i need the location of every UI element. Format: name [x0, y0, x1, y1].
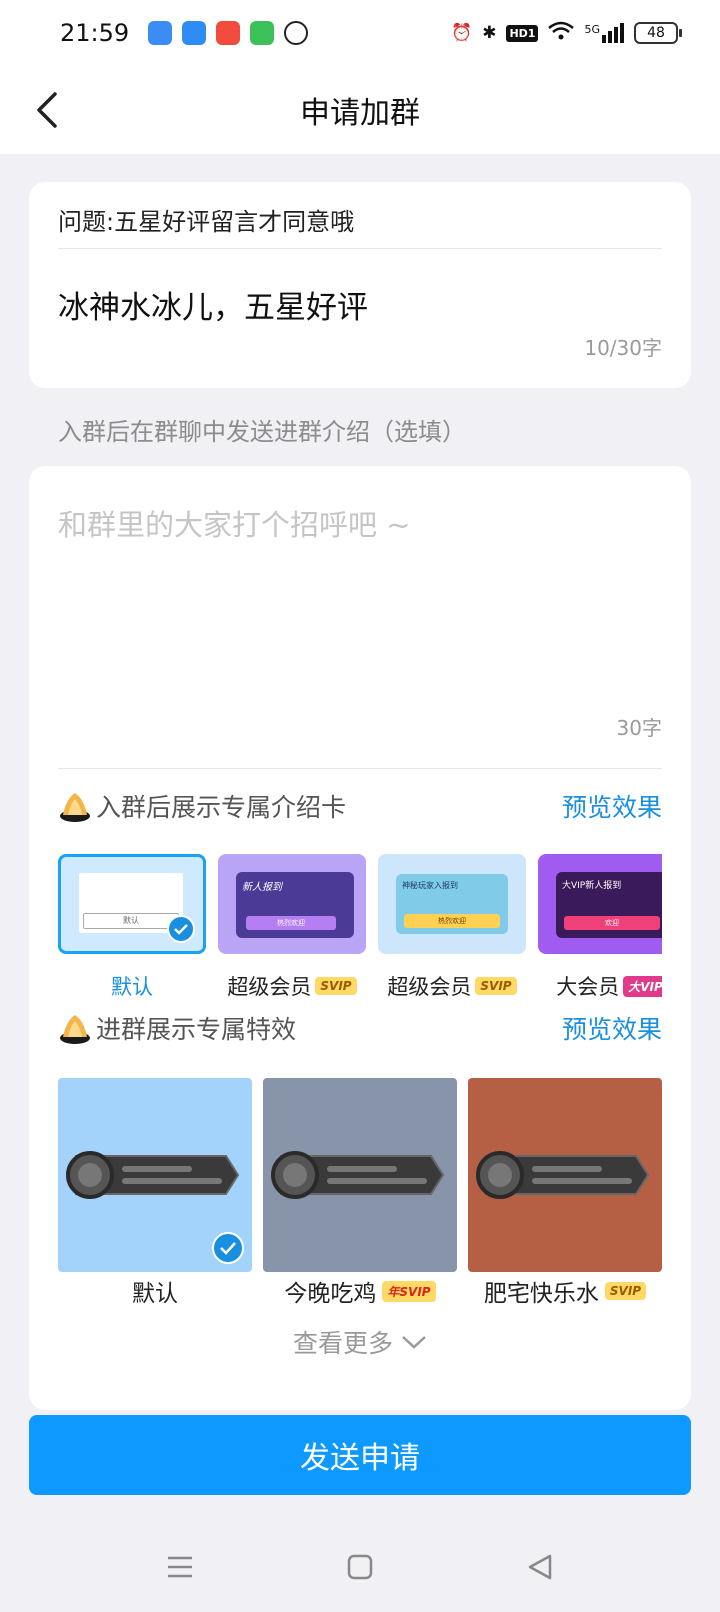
intro-card-options: 默认 新人报到 热烈欢迎 神秘玩家入报到 热烈欢迎 大VIP新人报到 欢迎 — [58, 854, 662, 964]
system-navigation-bar — [0, 1532, 720, 1612]
wechat-icon — [284, 21, 308, 45]
chevron-left-icon — [37, 92, 57, 128]
navigation-bar: 申请加群 — [0, 66, 720, 154]
card-preview-bar: 默认 — [83, 913, 179, 929]
effect-banner-preview — [271, 1151, 445, 1199]
question-label: 问题:五星好评留言才同意哦 — [58, 208, 355, 236]
effect-section-title: 进群展示专属特效 — [96, 1015, 297, 1044]
status-indicators: ⏰ ✱ HD1 5G 48 — [451, 21, 682, 46]
effect-preview-link[interactable]: 预览效果 — [562, 1010, 662, 1046]
status-app-icons — [148, 21, 308, 45]
alarm-icon: ⏰ — [451, 23, 473, 43]
intro-card-label: 默认 — [111, 975, 153, 999]
wifi-icon — [548, 21, 575, 46]
card-preview: 神秘玩家入报到 热烈欢迎 — [396, 874, 508, 934]
answer-char-count: 10/30字 — [584, 336, 662, 360]
app-icon-2 — [182, 21, 206, 45]
chevron-down-icon — [402, 1336, 426, 1349]
crown-icon — [60, 1015, 90, 1044]
check-icon — [212, 1232, 244, 1264]
intro-card-label: 超级会员 SVIP — [218, 966, 366, 1006]
intro-char-count: 30字 — [616, 716, 662, 740]
card-preview: 大VIP新人报到 欢迎 — [556, 872, 662, 938]
intro-card-label: 超级会员 SVIP — [378, 966, 526, 1006]
effect-tile-default[interactable] — [58, 1078, 252, 1272]
effect-label: 默认 — [132, 1281, 178, 1307]
annual-svip-badge: 年SVIP — [382, 1280, 436, 1302]
effect-banner-preview — [476, 1151, 650, 1199]
effect-section-header: 进群展示专属特效 预览效果 — [58, 1008, 662, 1048]
check-icon — [167, 915, 195, 943]
intro-card-labels: 默认 超级会员 SVIP 超级会员 SVIP 大会员 大VIP — [58, 966, 662, 1006]
hd-icon: HD1 — [506, 24, 539, 42]
signal-icon: 5G — [584, 23, 624, 43]
bluetooth-icon: ✱ — [482, 23, 497, 43]
back-button[interactable] — [24, 88, 68, 132]
menu-button[interactable] — [90, 1532, 270, 1602]
svip-badge: SVIP — [475, 977, 517, 995]
intro-hint: 入群后在群聊中发送进群介绍（选填） — [58, 418, 466, 446]
home-icon — [347, 1554, 373, 1580]
divider — [58, 248, 662, 249]
question-card: 问题:五星好评留言才同意哦 冰神水冰儿，五星好评 10/30字 — [29, 182, 691, 388]
intro-card-svip-2[interactable]: 神秘玩家入报到 热烈欢迎 — [378, 854, 526, 954]
intro-card-big-vip[interactable]: 大VIP新人报到 欢迎 — [538, 854, 662, 954]
card-preview: 新人报到 热烈欢迎 — [236, 872, 354, 938]
app-icon-1 — [148, 21, 172, 45]
effect-labels: 默认 今晚吃鸡 年SVIP 肥宅快乐水 SVIP — [58, 1274, 662, 1308]
intro-card-label: 大会员 大VIP — [538, 966, 662, 1006]
home-button[interactable] — [270, 1532, 450, 1602]
see-more-label: 查看更多 — [292, 1329, 393, 1358]
intro-message-input[interactable]: 和群里的大家打个招呼吧 ~ — [58, 502, 411, 544]
status-time: 21:59 — [60, 19, 130, 47]
effect-label: 肥宅快乐水 SVIP — [468, 1274, 662, 1308]
intro-card-svip-1[interactable]: 新人报到 热烈欢迎 — [218, 854, 366, 954]
intro-card-default[interactable]: 默认 — [58, 854, 206, 954]
app-icon-4 — [250, 21, 274, 45]
card-preview-label: 默认 — [123, 916, 139, 925]
app-icon-3 — [216, 21, 240, 45]
battery-icon: 48 — [634, 22, 682, 44]
intro-card-section-title: 入群后展示专属介绍卡 — [96, 793, 347, 822]
effect-tile-chicken[interactable] — [263, 1078, 457, 1272]
send-request-button[interactable]: 发送申请 — [29, 1415, 691, 1495]
divider — [58, 768, 662, 769]
page-title: 申请加群 — [300, 96, 420, 131]
effect-options — [58, 1078, 662, 1272]
back-triangle-icon — [528, 1554, 552, 1580]
back-nav-button[interactable] — [450, 1532, 630, 1602]
effect-label: 今晚吃鸡 年SVIP — [263, 1274, 457, 1308]
crown-icon — [60, 793, 90, 822]
svip-badge: SVIP — [315, 977, 357, 995]
status-bar: 21:59 ⏰ ✱ HD1 5G 48 — [0, 0, 720, 66]
svip-badge: SVIP — [604, 1282, 647, 1300]
intro-card: 和群里的大家打个招呼吧 ~ 30字 入群后展示专属介绍卡 预览效果 默认 新人报… — [29, 466, 691, 1410]
answer-input[interactable]: 冰神水冰儿，五星好评 — [58, 282, 368, 327]
effect-tile-cola[interactable] — [468, 1078, 662, 1272]
see-more-button[interactable]: 查看更多 — [29, 1324, 691, 1360]
big-vip-badge: 大VIP — [623, 975, 662, 997]
intro-card-section-header: 入群后展示专属介绍卡 预览效果 — [58, 786, 662, 826]
intro-card-preview-link[interactable]: 预览效果 — [562, 788, 662, 824]
menu-icon — [168, 1556, 192, 1578]
